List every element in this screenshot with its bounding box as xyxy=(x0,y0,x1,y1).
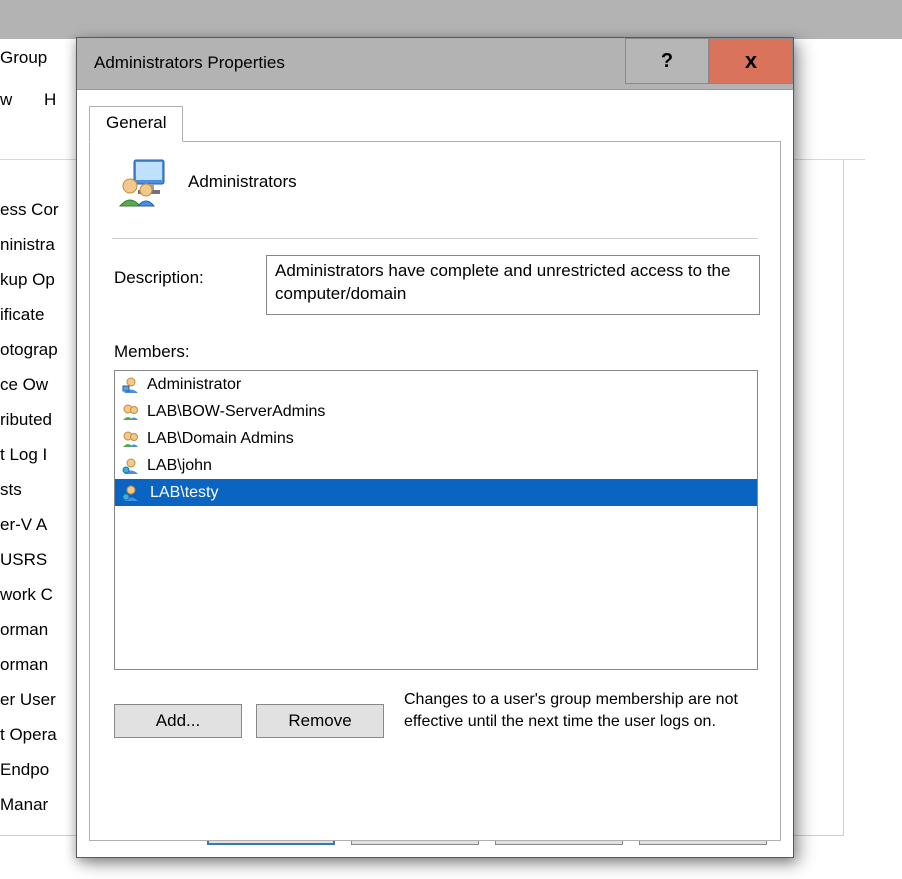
close-icon: x xyxy=(745,48,757,74)
question-icon: ? xyxy=(661,50,673,73)
properties-dialog: Administrators Properties ? x General A xyxy=(76,37,794,858)
bg-window-title-fragment: Group xyxy=(0,48,47,68)
description-field[interactable] xyxy=(266,255,760,315)
user-domain-icon xyxy=(121,483,141,503)
dialog-title: Administrators Properties xyxy=(94,53,285,73)
bg-group-item-fragment[interactable]: t Opera xyxy=(0,725,57,745)
bg-group-item-fragment[interactable]: ce Ow xyxy=(0,375,48,395)
member-name: LAB\BOW-ServerAdmins xyxy=(147,403,325,421)
description-label: Description: xyxy=(114,268,204,288)
member-name: Administrator xyxy=(147,376,241,394)
bg-menu-help-fragment[interactable]: H xyxy=(44,90,56,110)
bg-right-border xyxy=(843,160,844,836)
group-name-label: Administrators xyxy=(188,172,297,192)
bg-group-item-fragment[interactable]: work C xyxy=(0,585,53,605)
member-name: LAB\Domain Admins xyxy=(147,430,294,448)
bg-group-item-fragment[interactable]: USRS xyxy=(0,550,47,570)
tab-general[interactable]: General xyxy=(89,106,183,142)
members-label: Members: xyxy=(114,342,190,362)
titlebar-close-button[interactable]: x xyxy=(709,38,793,84)
bg-group-item-fragment[interactable]: orman xyxy=(0,655,48,675)
member-name: LAB\john xyxy=(147,457,212,475)
bg-group-item-fragment[interactable]: ess Cor xyxy=(0,200,59,220)
user-local-icon xyxy=(121,375,141,395)
group-icon xyxy=(121,402,141,422)
background-titlebar-band xyxy=(0,0,902,39)
member-row[interactable]: LAB\Domain Admins xyxy=(115,425,757,452)
group-icon xyxy=(121,429,141,449)
bg-group-item-fragment[interactable]: t Log I xyxy=(0,445,47,465)
bg-group-item-fragment[interactable]: Endpo xyxy=(0,760,49,780)
member-row[interactable]: LAB\testy xyxy=(115,479,757,506)
member-row[interactable]: LAB\john xyxy=(115,452,757,479)
user-domain-icon xyxy=(121,456,141,476)
member-row[interactable]: LAB\BOW-ServerAdmins xyxy=(115,398,757,425)
tab-panel-general: Administrators Description: Members: Adm… xyxy=(89,141,781,841)
bg-group-item-fragment[interactable]: Manar xyxy=(0,795,48,815)
bg-group-item-fragment[interactable]: otograp xyxy=(0,340,58,360)
dialog-body: General Administrators Description: Me xyxy=(77,90,793,857)
bg-group-item-fragment[interactable]: sts xyxy=(0,480,22,500)
group-icon xyxy=(116,156,168,208)
member-name: LAB\testy xyxy=(147,483,221,503)
bg-group-item-fragment[interactable]: ninistra xyxy=(0,235,55,255)
bg-group-item-fragment[interactable]: ributed xyxy=(0,410,52,430)
separator xyxy=(112,238,758,239)
bg-group-item-fragment[interactable]: er-V A xyxy=(0,515,47,535)
membership-note: Changes to a user's group membership are… xyxy=(404,689,764,732)
bg-group-item-fragment[interactable]: kup Op xyxy=(0,270,55,290)
bg-group-item-fragment[interactable]: er User xyxy=(0,690,56,710)
members-listbox[interactable]: Administrator LAB\BOW-ServerAdmins LAB\Dom… xyxy=(114,370,758,670)
remove-button[interactable]: Remove xyxy=(256,704,384,738)
member-row[interactable]: Administrator xyxy=(115,371,757,398)
dialog-titlebar[interactable]: Administrators Properties ? x xyxy=(77,38,793,90)
bg-menu-view-fragment[interactable]: w xyxy=(0,90,12,110)
bg-group-item-fragment[interactable]: ificate xyxy=(0,305,44,325)
add-button[interactable]: Add... xyxy=(114,704,242,738)
bg-group-item-fragment[interactable]: orman xyxy=(0,620,48,640)
titlebar-help-button[interactable]: ? xyxy=(625,38,709,84)
